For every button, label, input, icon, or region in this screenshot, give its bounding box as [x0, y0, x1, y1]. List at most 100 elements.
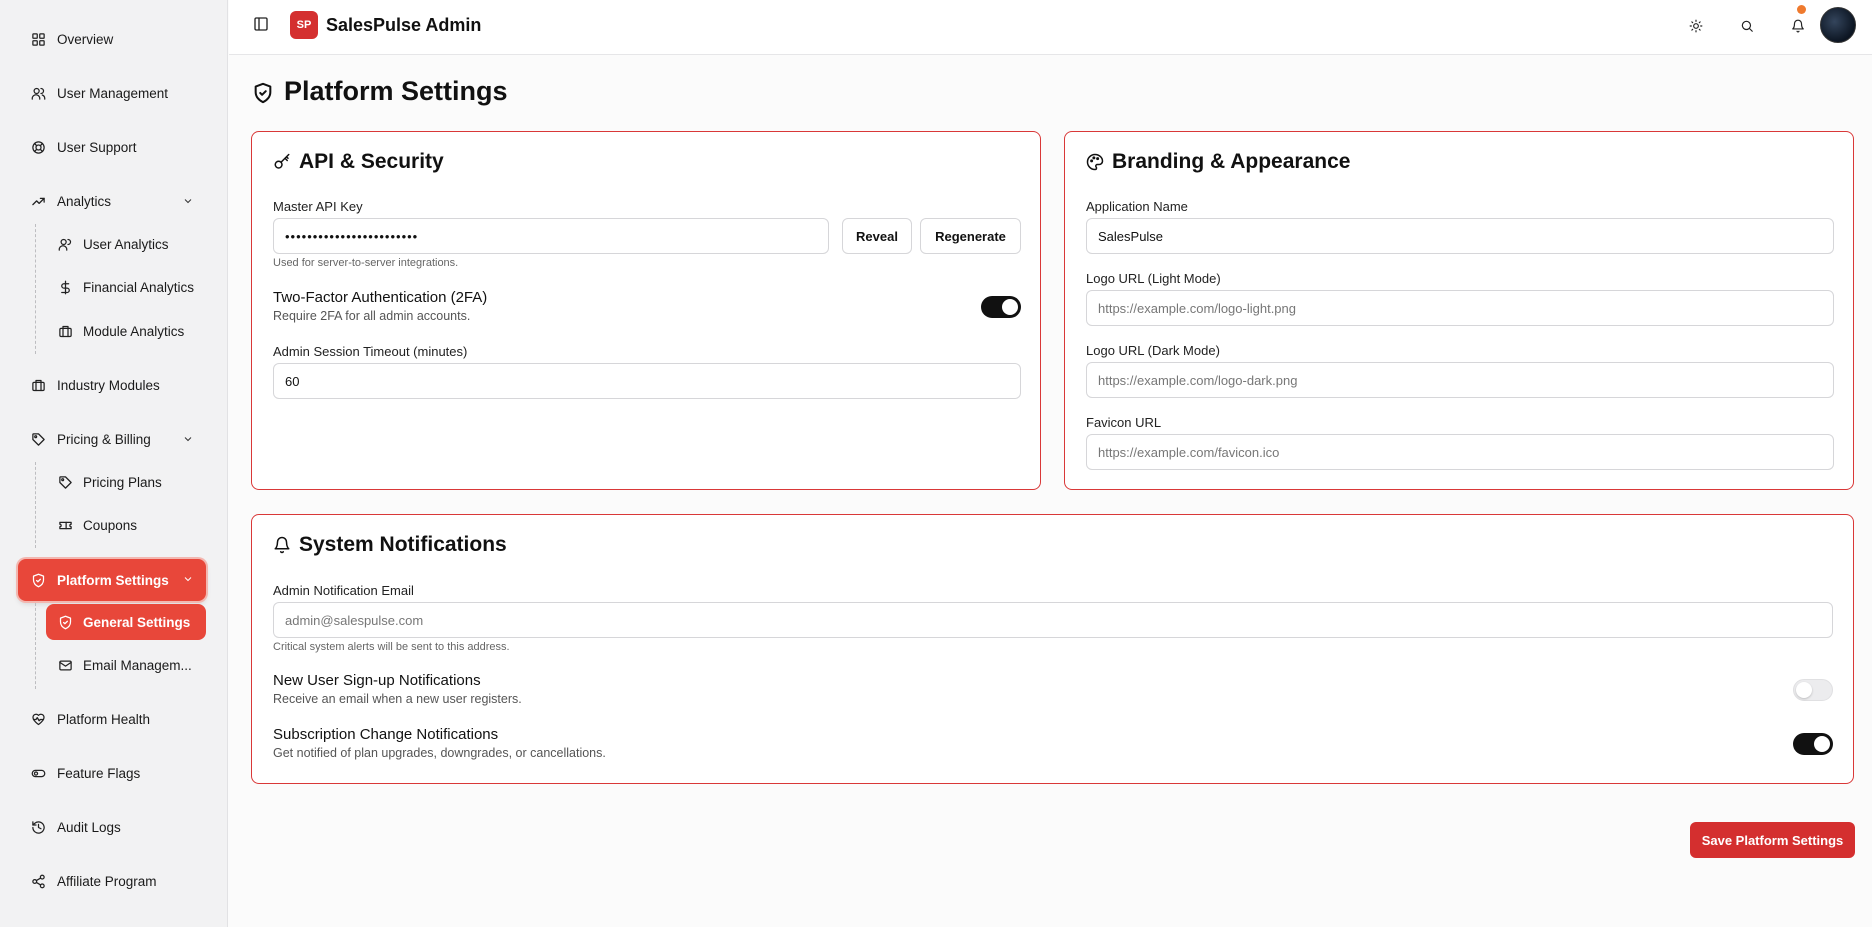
sidebar-item-financial-analytics[interactable]: Financial Analytics	[46, 269, 206, 305]
tree-line	[35, 224, 36, 354]
timeout-label: Admin Session Timeout (minutes)	[273, 344, 468, 359]
card-title: System Notifications	[273, 533, 507, 557]
search-icon[interactable]	[1736, 15, 1758, 37]
ticket-icon	[57, 517, 73, 533]
notification-email-field[interactable]: admin@salespulse.com	[273, 602, 1833, 638]
session-timeout-field[interactable]: 60	[273, 363, 1021, 399]
api-key-label: Master API Key	[273, 199, 363, 214]
shield-check-icon	[30, 572, 46, 588]
users-icon	[30, 85, 46, 101]
sidebar-item-label: Audit Logs	[57, 819, 121, 835]
top-header: SP SalesPulse Admin	[229, 0, 1872, 55]
signup-notifications-title: New User Sign-up Notifications	[273, 672, 481, 689]
avatar[interactable]	[1820, 7, 1856, 43]
page-title-text: Platform Settings	[284, 76, 508, 106]
sidebar-item-industry-modules[interactable]: Industry Modules	[18, 365, 206, 405]
card-title: Branding & Appearance	[1086, 150, 1350, 174]
api-key-field[interactable]: ••••••••••••••••••••••••	[273, 218, 829, 254]
sidebar-item-label: Analytics	[57, 193, 112, 209]
dollar-icon	[57, 279, 73, 295]
sidebar-item-user-analytics[interactable]: User Analytics	[46, 226, 206, 262]
shield-check-icon	[252, 80, 276, 104]
save-platform-settings-button[interactable]: Save Platform Settings	[1690, 822, 1855, 858]
sidebar-item-affiliate-program[interactable]: Affiliate Program	[18, 861, 206, 901]
sidebar-item-label: User Management	[57, 85, 169, 101]
favicon-field[interactable]: https://example.com/favicon.ico	[1086, 434, 1834, 470]
tree-line	[35, 603, 36, 689]
sidebar: Overview User Management User Support An…	[0, 0, 228, 927]
logo-light-field[interactable]: https://example.com/logo-light.png	[1086, 290, 1834, 326]
bell-icon[interactable]	[1787, 15, 1809, 37]
sidebar-item-user-management[interactable]: User Management	[18, 73, 206, 113]
toggle-knob	[1814, 736, 1830, 752]
notification-email-label: Admin Notification Email	[273, 583, 414, 598]
system-notifications-card: System Notifications Admin Notification …	[251, 514, 1854, 784]
sidebar-item-module-analytics[interactable]: Module Analytics	[46, 313, 206, 349]
sidebar-item-platform-settings[interactable]: Platform Settings	[18, 559, 206, 601]
sidebar-toggle-icon[interactable]	[253, 16, 273, 36]
logo-dark-field[interactable]: https://example.com/logo-dark.png	[1086, 362, 1834, 398]
sidebar-item-label: Module Analytics	[83, 323, 185, 339]
palette-icon	[1086, 152, 1106, 172]
sidebar-item-label: Platform Settings	[57, 572, 169, 588]
sidebar-item-label: User Support	[57, 139, 137, 155]
sidebar-item-user-support[interactable]: User Support	[18, 127, 206, 167]
logo-light-label: Logo URL (Light Mode)	[1086, 271, 1221, 286]
grid-icon	[30, 31, 46, 47]
notification-dot	[1797, 5, 1806, 14]
sidebar-item-analytics[interactable]: Analytics	[18, 181, 206, 221]
share-icon	[30, 873, 46, 889]
tag-icon	[30, 431, 46, 447]
key-icon	[273, 152, 293, 172]
sidebar-item-label: Affiliate Program	[57, 873, 157, 889]
signup-notifications-toggle[interactable]	[1793, 679, 1833, 701]
sidebar-item-label: User Analytics	[83, 236, 169, 252]
sidebar-item-overview[interactable]: Overview	[18, 19, 206, 59]
sidebar-item-feature-flags[interactable]: Feature Flags	[18, 753, 206, 793]
sidebar-item-label: General Settings	[83, 614, 191, 630]
tag-icon	[57, 474, 73, 490]
signup-notifications-description: Receive an email when a new user registe…	[273, 692, 522, 706]
sidebar-item-pricing-plans[interactable]: Pricing Plans	[46, 464, 206, 500]
lifebuoy-icon	[30, 139, 46, 155]
api-security-card: API & Security Master API Key ••••••••••…	[251, 131, 1041, 490]
sidebar-item-coupons[interactable]: Coupons	[46, 507, 206, 543]
mail-icon	[57, 657, 73, 673]
chevron-down-icon	[182, 195, 194, 207]
sidebar-item-platform-health[interactable]: Platform Health	[18, 699, 206, 739]
twofa-title: Two-Factor Authentication (2FA)	[273, 289, 488, 306]
reveal-button[interactable]: Reveal	[842, 218, 912, 254]
briefcase-icon	[30, 377, 46, 393]
sidebar-item-label: Industry Modules	[57, 377, 160, 393]
regenerate-button[interactable]: Regenerate	[920, 218, 1021, 254]
shield-check-icon	[57, 614, 73, 630]
sidebar-item-pricing-billing[interactable]: Pricing & Billing	[18, 419, 206, 459]
toggle-knob	[1796, 682, 1812, 698]
app-logo: SP	[290, 11, 318, 39]
sidebar-item-label: Email Managem...	[83, 657, 192, 673]
sun-icon[interactable]	[1685, 15, 1707, 37]
chevron-down-icon	[182, 573, 194, 585]
sidebar-item-label: Feature Flags	[57, 765, 141, 781]
logo-dark-label: Logo URL (Dark Mode)	[1086, 343, 1220, 358]
chevron-down-icon	[182, 433, 194, 445]
branding-card: Branding & Appearance Application Name S…	[1064, 131, 1854, 490]
history-icon	[30, 819, 46, 835]
sidebar-item-email-management[interactable]: Email Managem...	[46, 647, 206, 683]
sidebar-item-general-settings[interactable]: General Settings	[46, 604, 206, 640]
app-name-label: Application Name	[1086, 199, 1188, 214]
page-title: Platform Settings	[252, 76, 508, 107]
twofa-toggle[interactable]	[981, 296, 1021, 318]
app-name-field[interactable]: SalesPulse	[1086, 218, 1834, 254]
subscription-notifications-title: Subscription Change Notifications	[273, 726, 499, 743]
briefcase-icon	[57, 323, 73, 339]
sidebar-item-label: Pricing Plans	[83, 474, 162, 490]
sidebar-item-audit-logs[interactable]: Audit Logs	[18, 807, 206, 847]
sidebar-item-label: Coupons	[83, 517, 138, 533]
app-title: SalesPulse Admin	[326, 15, 482, 35]
sidebar-item-label: Pricing & Billing	[57, 431, 151, 447]
twofa-description: Require 2FA for all admin accounts.	[273, 309, 471, 323]
sidebar-item-label: Financial Analytics	[83, 279, 195, 295]
sidebar-item-label: Platform Health	[57, 711, 151, 727]
subscription-notifications-toggle[interactable]	[1793, 733, 1833, 755]
